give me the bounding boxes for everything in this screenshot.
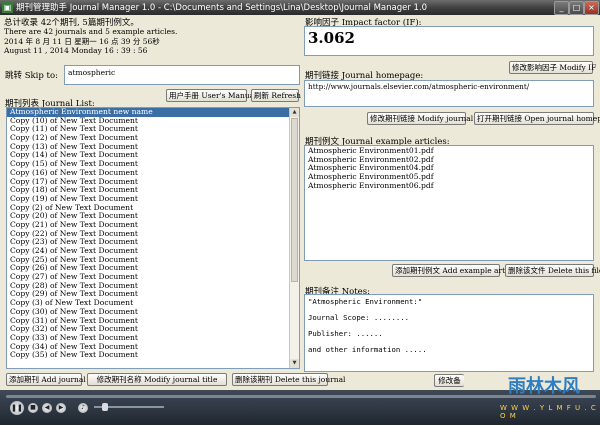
volume-knob[interactable] <box>102 403 108 411</box>
impact-factor-field[interactable]: 3.062 <box>304 26 594 56</box>
date-en: August 11 , 2014 Monday 16 : 39 : 56 <box>4 46 148 55</box>
article-list-item[interactable]: Atmospheric Environment06.pdf <box>305 181 593 191</box>
modify-homepage-button[interactable]: 修改期刊链接 Modify journal homepage <box>367 112 515 125</box>
previous-icon[interactable]: ◀ <box>42 403 52 413</box>
notes-textarea[interactable]: "Atmospheric Environment:" Journal Scope… <box>304 294 594 372</box>
pause-icon[interactable]: ❚❚ <box>10 401 24 415</box>
title-bar: ▣ 期刊管理助手 Journal Manager 1.0 - C:\Docume… <box>0 0 600 15</box>
app-icon: ▣ <box>2 2 13 13</box>
skip-label: 跳转 Skip to: <box>5 71 58 81</box>
homepage-field[interactable]: http://www.journals.elsevier.com/atmosph… <box>304 80 594 107</box>
summary-en: There are 42 journals and 5 example arti… <box>4 27 178 36</box>
stop-icon[interactable]: ■ <box>28 403 38 413</box>
watermark-url: W W W . Y L M F U . C O M <box>500 404 597 420</box>
next-icon[interactable]: ▶ <box>56 403 66 413</box>
delete-journal-button[interactable]: 删除该期刊 Delete this journal <box>232 373 345 386</box>
modify-title-button[interactable]: 修改期刊名称 Modify journal title <box>87 373 227 386</box>
refresh-button[interactable]: 刷新 Refresh <box>251 89 301 102</box>
scroll-up-arrow-icon[interactable]: ▲ <box>290 108 299 117</box>
journal-listbox[interactable]: Atmospheric Environment new name Copy (10… <box>6 107 300 369</box>
modify-if-button[interactable]: 修改影响因子 Modify IF <box>509 61 596 74</box>
add-journal-button[interactable]: 添加期刊 Add journal <box>6 373 86 386</box>
notes-line: "Atmospheric Environment:" <box>308 297 423 306</box>
close-button[interactable]: × <box>584 1 599 15</box>
maximize-button[interactable]: □ <box>569 1 584 15</box>
scroll-down-arrow-icon[interactable]: ▼ <box>290 359 299 368</box>
journal-list-scrollbar[interactable]: ▲ ▼ <box>289 108 299 368</box>
users-manual-button[interactable]: 用户手册 User's Manual <box>166 89 257 102</box>
speaker-icon[interactable]: ♪ <box>78 403 88 413</box>
skip-input[interactable]: atmospheric <box>64 65 300 85</box>
articles-listbox[interactable]: Atmospheric Environment01.pdf Atmospheric… <box>304 145 594 261</box>
notes-line: and other information ..... <box>308 345 427 354</box>
modify-notes-button[interactable]: 修改备 <box>434 374 464 387</box>
minimize-button[interactable]: _ <box>554 1 569 15</box>
journal-list-item[interactable]: Copy (35) of New Text Document <box>7 351 299 360</box>
notes-line: Journal Scope: ........ <box>308 313 410 322</box>
notes-line: Publisher: ...... <box>308 329 383 338</box>
add-article-button[interactable]: 添加期刊例文 Add example article <box>392 264 519 277</box>
open-homepage-button[interactable]: 打开期刊链接 Open journal homepage <box>474 112 600 125</box>
delete-file-button[interactable]: 删除该文件 Delete this file <box>505 264 600 277</box>
window-title: 期刊管理助手 Journal Manager 1.0 - C:\Document… <box>16 3 428 13</box>
watermark-logo: 雨林木风 <box>508 376 580 397</box>
scroll-thumb[interactable] <box>291 118 298 282</box>
